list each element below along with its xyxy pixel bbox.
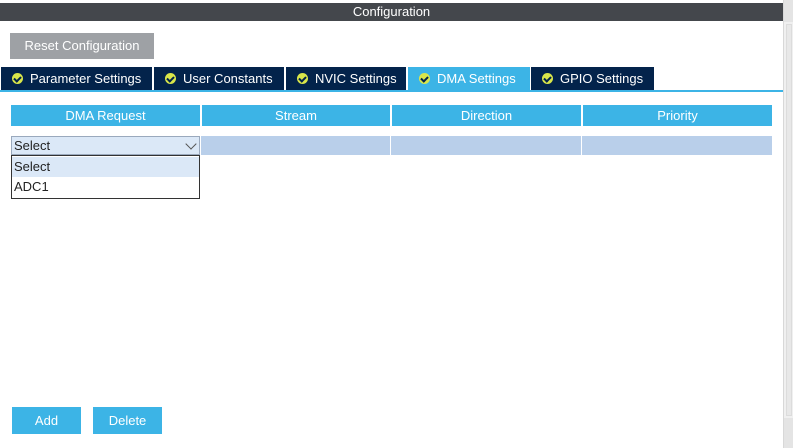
dma-request-dropdown: Select ADC1 xyxy=(11,155,200,199)
check-circle-icon xyxy=(297,73,308,84)
tab-parameter-settings[interactable]: Parameter Settings xyxy=(1,67,152,90)
cell-divider xyxy=(390,136,391,155)
dropdown-option-select[interactable]: Select xyxy=(12,157,199,177)
tab-label: NVIC Settings xyxy=(315,71,397,86)
column-header-dma-request[interactable]: DMA Request xyxy=(11,105,200,126)
tab-dma-settings[interactable]: DMA Settings xyxy=(408,67,530,90)
check-circle-icon xyxy=(419,73,430,84)
column-header-priority[interactable]: Priority xyxy=(583,105,772,126)
check-circle-icon xyxy=(542,73,553,84)
delete-button[interactable]: Delete xyxy=(93,407,162,434)
title-bar: Configuration xyxy=(0,0,783,24)
panel-title: Configuration xyxy=(0,3,783,21)
column-header-stream[interactable]: Stream xyxy=(202,105,390,126)
cell-divider xyxy=(581,136,582,155)
scroll-thumb[interactable] xyxy=(786,24,792,416)
vertical-scrollbar[interactable] xyxy=(783,0,793,448)
scroll-up-arrow[interactable] xyxy=(784,0,793,22)
configuration-panel: Configuration Reset Configuration Parame… xyxy=(0,0,793,448)
check-circle-icon xyxy=(12,73,23,84)
reset-configuration-button[interactable]: Reset Configuration xyxy=(10,33,154,59)
dma-request-select[interactable]: Select xyxy=(11,136,200,155)
tab-label: DMA Settings xyxy=(437,71,516,86)
cell-divider xyxy=(200,136,201,155)
scroll-down-arrow[interactable] xyxy=(784,418,793,448)
check-circle-icon xyxy=(165,73,176,84)
tab-label: User Constants xyxy=(183,71,273,86)
add-button[interactable]: Add xyxy=(12,407,81,434)
tab-user-constants[interactable]: User Constants xyxy=(154,67,284,90)
tab-label: Parameter Settings xyxy=(30,71,142,86)
select-value: Select xyxy=(14,138,51,153)
tab-nvic-settings[interactable]: NVIC Settings xyxy=(286,67,406,90)
tab-gpio-settings[interactable]: GPIO Settings xyxy=(531,67,654,90)
dropdown-option-adc1[interactable]: ADC1 xyxy=(12,177,199,197)
tab-label: GPIO Settings xyxy=(560,71,644,86)
column-header-direction[interactable]: Direction xyxy=(392,105,581,126)
settings-tabs: Parameter Settings User Constants NVIC S… xyxy=(0,67,783,90)
tab-underline xyxy=(0,90,783,92)
chevron-down-icon[interactable] xyxy=(185,138,197,150)
